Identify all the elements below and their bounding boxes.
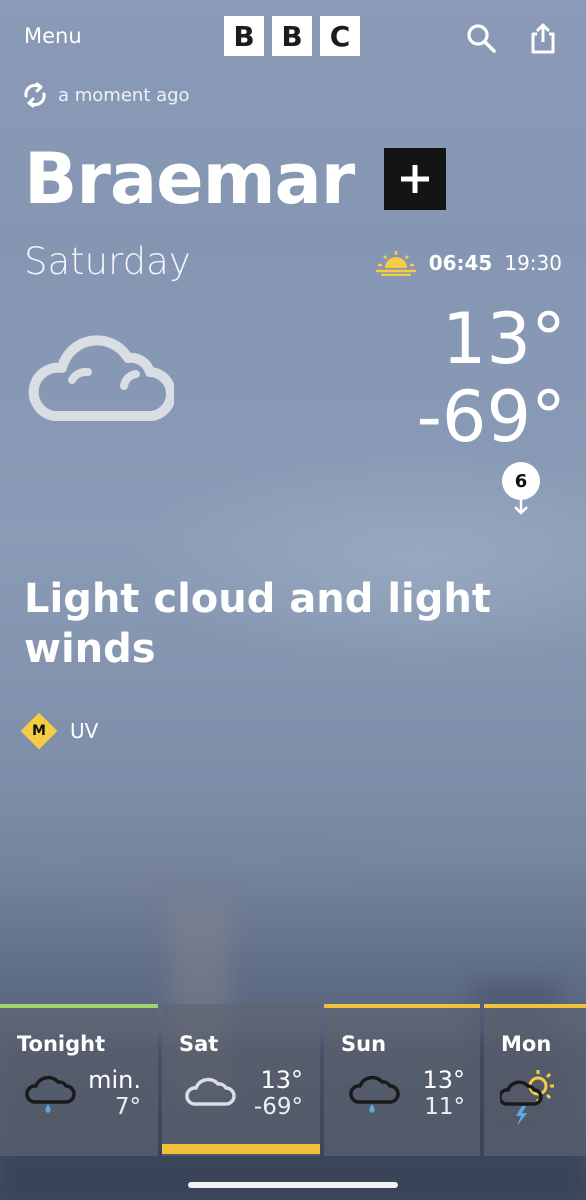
wind-indicator: 6 [502, 462, 540, 518]
forecast-day-name: Sun [341, 1032, 387, 1056]
search-icon[interactable] [463, 20, 499, 56]
logo-letter-b2: B [272, 16, 312, 56]
menu-button[interactable]: Menu [24, 24, 82, 48]
min-temperature: -69° [416, 376, 566, 458]
uv-indicator[interactable]: M UV [20, 712, 99, 750]
forecast-card-sat[interactable]: Sat 13° -69° [162, 1004, 320, 1156]
wind-speed: 6 [502, 462, 540, 500]
bbc-logo[interactable]: B B C [224, 16, 360, 56]
updated-text: a moment ago [58, 84, 190, 106]
light-cloud-icon [185, 1077, 236, 1106]
day-label: Saturday [24, 240, 191, 283]
sunrise-icon [375, 251, 416, 276]
thundery-showers-sun-icon [500, 1070, 554, 1126]
forecast-day-name: Tonight [17, 1032, 106, 1056]
plus-icon [401, 165, 430, 193]
selected-day-underline [162, 1144, 320, 1154]
forecast-high: 13° [260, 1066, 303, 1094]
forecast-low: -69° [253, 1094, 303, 1120]
max-temperature: 13° [441, 298, 566, 380]
light-cloud-icon [24, 328, 176, 428]
logo-letter-c: C [320, 16, 360, 56]
logo-letter-b1: B [224, 16, 264, 56]
forecast-card-sun[interactable]: Sun 13° 11° [324, 1004, 480, 1156]
forecast-day-name: Mon [501, 1032, 552, 1056]
uv-level: M [32, 723, 46, 739]
sunrise-sunset: 06:45 19:30 [375, 250, 562, 276]
refresh-icon [24, 82, 46, 108]
wind-direction-arrow-icon [514, 498, 528, 515]
sunrise-time: 06:45 [428, 251, 493, 275]
location-name: Braemar [24, 138, 355, 220]
home-indicator[interactable] [188, 1182, 398, 1188]
forecast-low: 7° [114, 1094, 141, 1120]
uv-label: UV [70, 719, 99, 743]
uv-level-badge: M [20, 712, 58, 750]
forecast-card-tonight[interactable]: Tonight min. 7° [0, 1004, 158, 1156]
top-bar: Menu B B C [0, 0, 586, 76]
forecast-high: 13° [422, 1066, 465, 1094]
forecast-strip: Tonight min. 7° Sat 13° -69° Sun 13° 11°… [0, 1004, 586, 1156]
location-row: Braemar [24, 138, 447, 220]
forecast-high: min. [88, 1066, 141, 1094]
light-rain-cloud-icon [349, 1075, 400, 1113]
last-updated[interactable]: a moment ago [22, 82, 190, 108]
forecast-low: 11° [424, 1094, 465, 1120]
share-icon[interactable] [525, 20, 561, 56]
weather-summary: Light cloud and light winds [24, 576, 491, 672]
add-location-button[interactable] [384, 148, 447, 210]
sunset-time: 19:30 [504, 251, 562, 275]
forecast-day-name: Sat [179, 1032, 219, 1056]
forecast-card-mon[interactable]: Mon [484, 1004, 586, 1156]
light-rain-cloud-icon [25, 1075, 76, 1113]
